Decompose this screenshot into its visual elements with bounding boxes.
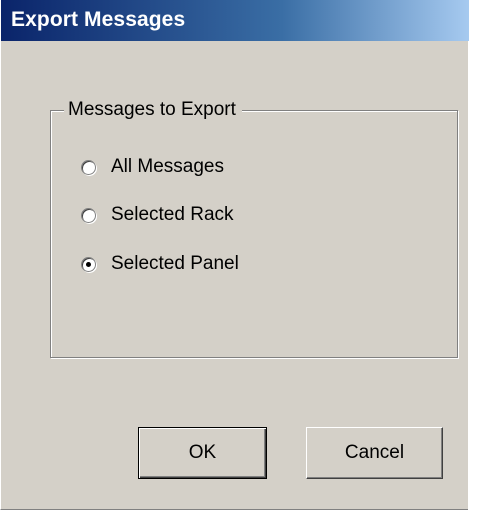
radio-label-selected-rack[interactable]: Selected Rack bbox=[111, 204, 234, 226]
radio-selected-panel[interactable]: Selected Panel bbox=[81, 251, 239, 277]
radio-button-icon[interactable] bbox=[81, 207, 96, 223]
dialog-title: Export Messages bbox=[11, 8, 186, 31]
title-bar[interactable]: Export Messages bbox=[1, 0, 469, 41]
group-legend: Messages to Export bbox=[64, 99, 242, 121]
radio-all-messages[interactable]: All Messages bbox=[81, 154, 224, 180]
radio-selected-rack[interactable]: Selected Rack bbox=[81, 202, 234, 228]
radio-label-selected-panel[interactable]: Selected Panel bbox=[111, 253, 239, 275]
ok-button[interactable]: OK bbox=[138, 427, 267, 479]
radio-button-selected-icon[interactable] bbox=[81, 256, 96, 272]
radio-dot-icon bbox=[86, 261, 91, 267]
radio-button-icon[interactable] bbox=[81, 159, 96, 175]
messages-to-export-group bbox=[50, 110, 458, 358]
cancel-button[interactable]: Cancel bbox=[306, 427, 443, 479]
export-messages-dialog: Export Messages Messages to Export All M… bbox=[0, 0, 469, 510]
radio-label-all-messages[interactable]: All Messages bbox=[111, 156, 224, 178]
